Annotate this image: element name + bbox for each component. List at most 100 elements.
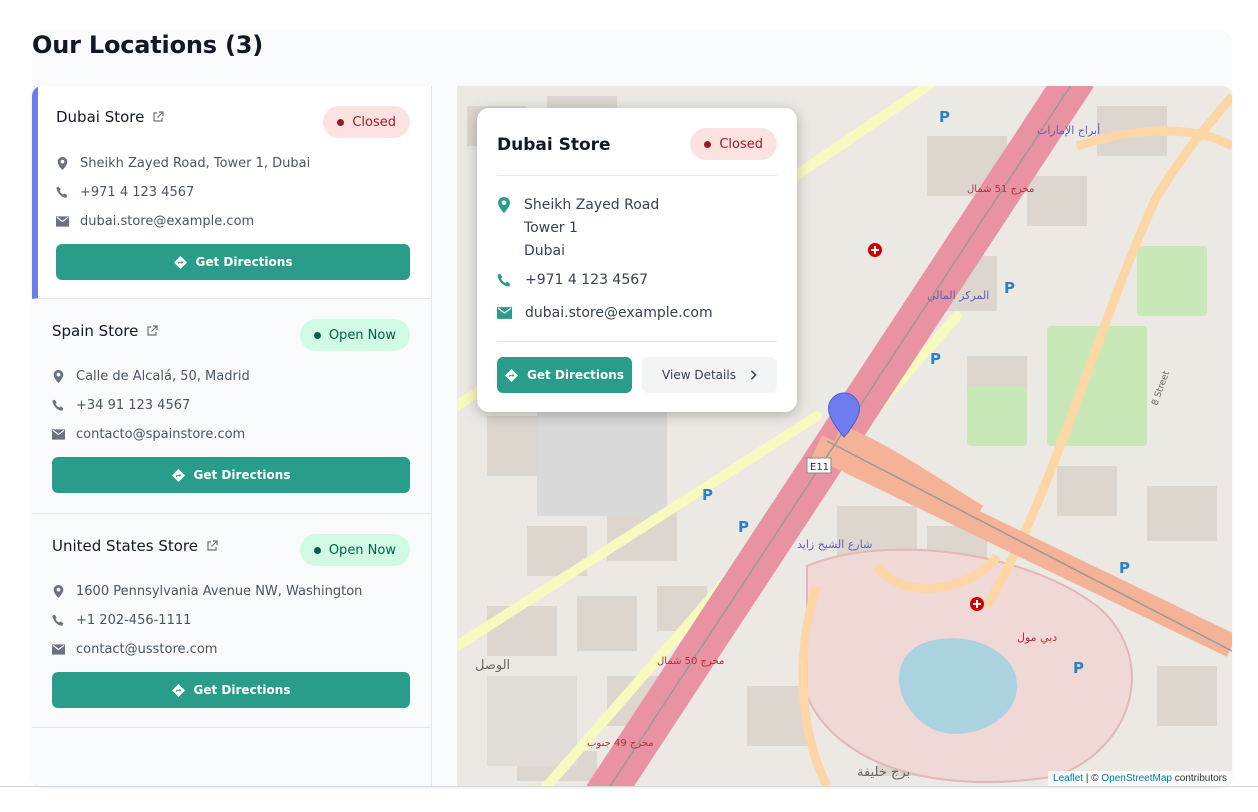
address-line: Dubai <box>524 243 566 259</box>
address-row: Calle de Alcalá, 50, Madrid <box>52 362 410 391</box>
parking-marker: P <box>939 108 950 126</box>
email-icon <box>52 429 65 440</box>
directions-icon <box>171 683 185 697</box>
directions-icon <box>173 255 187 269</box>
external-link-icon[interactable] <box>152 111 164 123</box>
hospital-icon <box>868 243 882 257</box>
parking-marker: P <box>930 350 941 368</box>
chevron-right-icon <box>750 370 757 380</box>
email-text: dubai.store@example.com <box>80 214 255 229</box>
popup-address: Sheikh Zayed Road Tower 1 Dubai <box>497 194 659 263</box>
address-line: Sheikh Zayed Road <box>524 197 660 213</box>
location-pin-icon <box>53 585 64 598</box>
map-label-financial-center: المركز المالي <box>927 289 989 302</box>
map-label-emirates-towers: أبراج الإمارات <box>1037 123 1100 137</box>
directions-icon <box>171 468 185 482</box>
map-attribution: Leaflet | © OpenStreetMap contributors <box>1048 771 1232 786</box>
phone-row: +1 202-456-1111 <box>52 606 410 635</box>
get-directions-button[interactable]: Get Directions <box>52 672 410 708</box>
map-popup: Dubai Store Closed Sheikh Zayed Road Tow… <box>477 108 797 412</box>
map-label-exit-51: مخرج 51 شمال <box>967 184 1034 195</box>
parking-marker: P <box>1073 659 1084 677</box>
store-card-united-states[interactable]: United States Store Open Now 1600 Pennsy… <box>32 514 431 728</box>
map-label-exit-49: مخرج 49 جنوب <box>587 738 654 749</box>
phone-icon <box>52 399 64 411</box>
parking-marker: P <box>1004 279 1015 297</box>
popup-divider <box>497 175 777 176</box>
parking-marker: P <box>738 518 749 536</box>
popup-get-directions-button[interactable]: Get Directions <box>497 357 632 393</box>
map-label-sheikh-zayed-rd: شارع الشيخ زايد <box>797 538 872 551</box>
address-text: 1600 Pennsylvania Avenue NW, Washington <box>76 584 363 599</box>
external-link-icon[interactable] <box>146 325 158 337</box>
page-bottom-divider <box>0 786 1258 787</box>
store-name: United States Store <box>52 537 198 555</box>
parking-marker: P <box>702 486 713 504</box>
phone-text: +34 91 123 4567 <box>76 398 191 413</box>
map-label-burj-khalifa: برج خليفة <box>857 765 910 780</box>
phone-icon <box>497 273 511 287</box>
phone-text: +1 202-456-1111 <box>76 613 192 628</box>
phone-icon <box>52 614 64 626</box>
email-icon <box>56 216 69 227</box>
email-row: contact@usstore.com <box>52 635 410 664</box>
page-title: Our Locations (3) <box>32 31 264 59</box>
phone-icon <box>56 186 68 198</box>
hospital-icon <box>970 597 984 611</box>
store-list[interactable]: Dubai Store Closed Sheikh Zayed Road, To… <box>32 86 432 786</box>
map-label-dubai-mall: دبي مول <box>1017 631 1057 644</box>
status-badge: Open Now <box>299 534 410 566</box>
email-text: contact@usstore.com <box>76 642 218 657</box>
leaflet-link[interactable]: Leaflet <box>1053 773 1083 784</box>
phone-text: +971 4 123 4567 <box>80 185 195 200</box>
address-line: Tower 1 <box>524 220 578 236</box>
email-row: dubai.store@example.com <box>56 207 410 236</box>
status-dot <box>313 546 321 554</box>
popup-phone: +971 4 123 4567 <box>497 272 648 288</box>
directions-icon <box>505 368 519 382</box>
map-label-exit-50: مخرج 50 شمال <box>657 656 724 667</box>
store-name: Spain Store <box>52 322 139 340</box>
store-card-spain[interactable]: Spain Store Open Now Calle de Alcalá, 50… <box>32 299 431 514</box>
location-pin-icon <box>57 157 68 170</box>
locations-panel: Dubai Store Closed Sheikh Zayed Road, To… <box>32 86 1232 786</box>
phone-text: +971 4 123 4567 <box>525 272 649 288</box>
get-directions-button[interactable]: Get Directions <box>52 457 410 493</box>
external-link-icon[interactable] <box>206 540 218 552</box>
map-marker-icon[interactable] <box>827 392 861 438</box>
road-shield-e11: E11 <box>806 457 832 474</box>
location-pin-icon <box>53 370 64 383</box>
status-label: Closed <box>352 114 396 130</box>
map-view[interactable]: P P P P P P P أبراج الإمارات المركز الما… <box>457 86 1232 786</box>
address-row: 1600 Pennsylvania Avenue NW, Washington <box>52 577 410 606</box>
map-label-al-wasl: الوصل <box>475 658 510 673</box>
phone-row: +34 91 123 4567 <box>52 391 410 420</box>
osm-link[interactable]: OpenStreetMap <box>1101 773 1172 784</box>
email-icon <box>52 644 65 655</box>
status-label: Open Now <box>328 542 396 558</box>
popup-status-badge: Closed <box>690 128 777 160</box>
svg-text:E11: E11 <box>810 462 829 473</box>
address-row: Sheikh Zayed Road, Tower 1, Dubai <box>56 149 410 178</box>
view-details-button[interactable]: View Details <box>642 357 777 393</box>
email-row: contacto@spainstore.com <box>52 420 410 449</box>
email-icon <box>497 307 512 319</box>
status-dot <box>337 118 345 126</box>
address-text: Sheikh Zayed Road, Tower 1, Dubai <box>80 156 311 171</box>
status-dot <box>313 331 321 339</box>
popup-divider <box>497 341 777 342</box>
store-card-dubai[interactable]: Dubai Store Closed Sheikh Zayed Road, To… <box>32 86 431 299</box>
popup-email: dubai.store@example.com <box>497 305 713 321</box>
status-label: Closed <box>719 136 763 152</box>
phone-row: +971 4 123 4567 <box>56 178 410 207</box>
get-directions-button[interactable]: Get Directions <box>56 244 410 280</box>
address-text: Calle de Alcalá, 50, Madrid <box>76 369 250 384</box>
popup-title: Dubai Store <box>497 135 611 155</box>
email-text: contacto@spainstore.com <box>76 427 246 442</box>
email-text: dubai.store@example.com <box>525 305 713 321</box>
status-label: Open Now <box>328 327 396 343</box>
status-badge: Closed <box>323 106 410 138</box>
status-dot <box>704 140 712 148</box>
parking-marker: P <box>1119 559 1130 577</box>
location-pin-icon <box>498 197 510 213</box>
